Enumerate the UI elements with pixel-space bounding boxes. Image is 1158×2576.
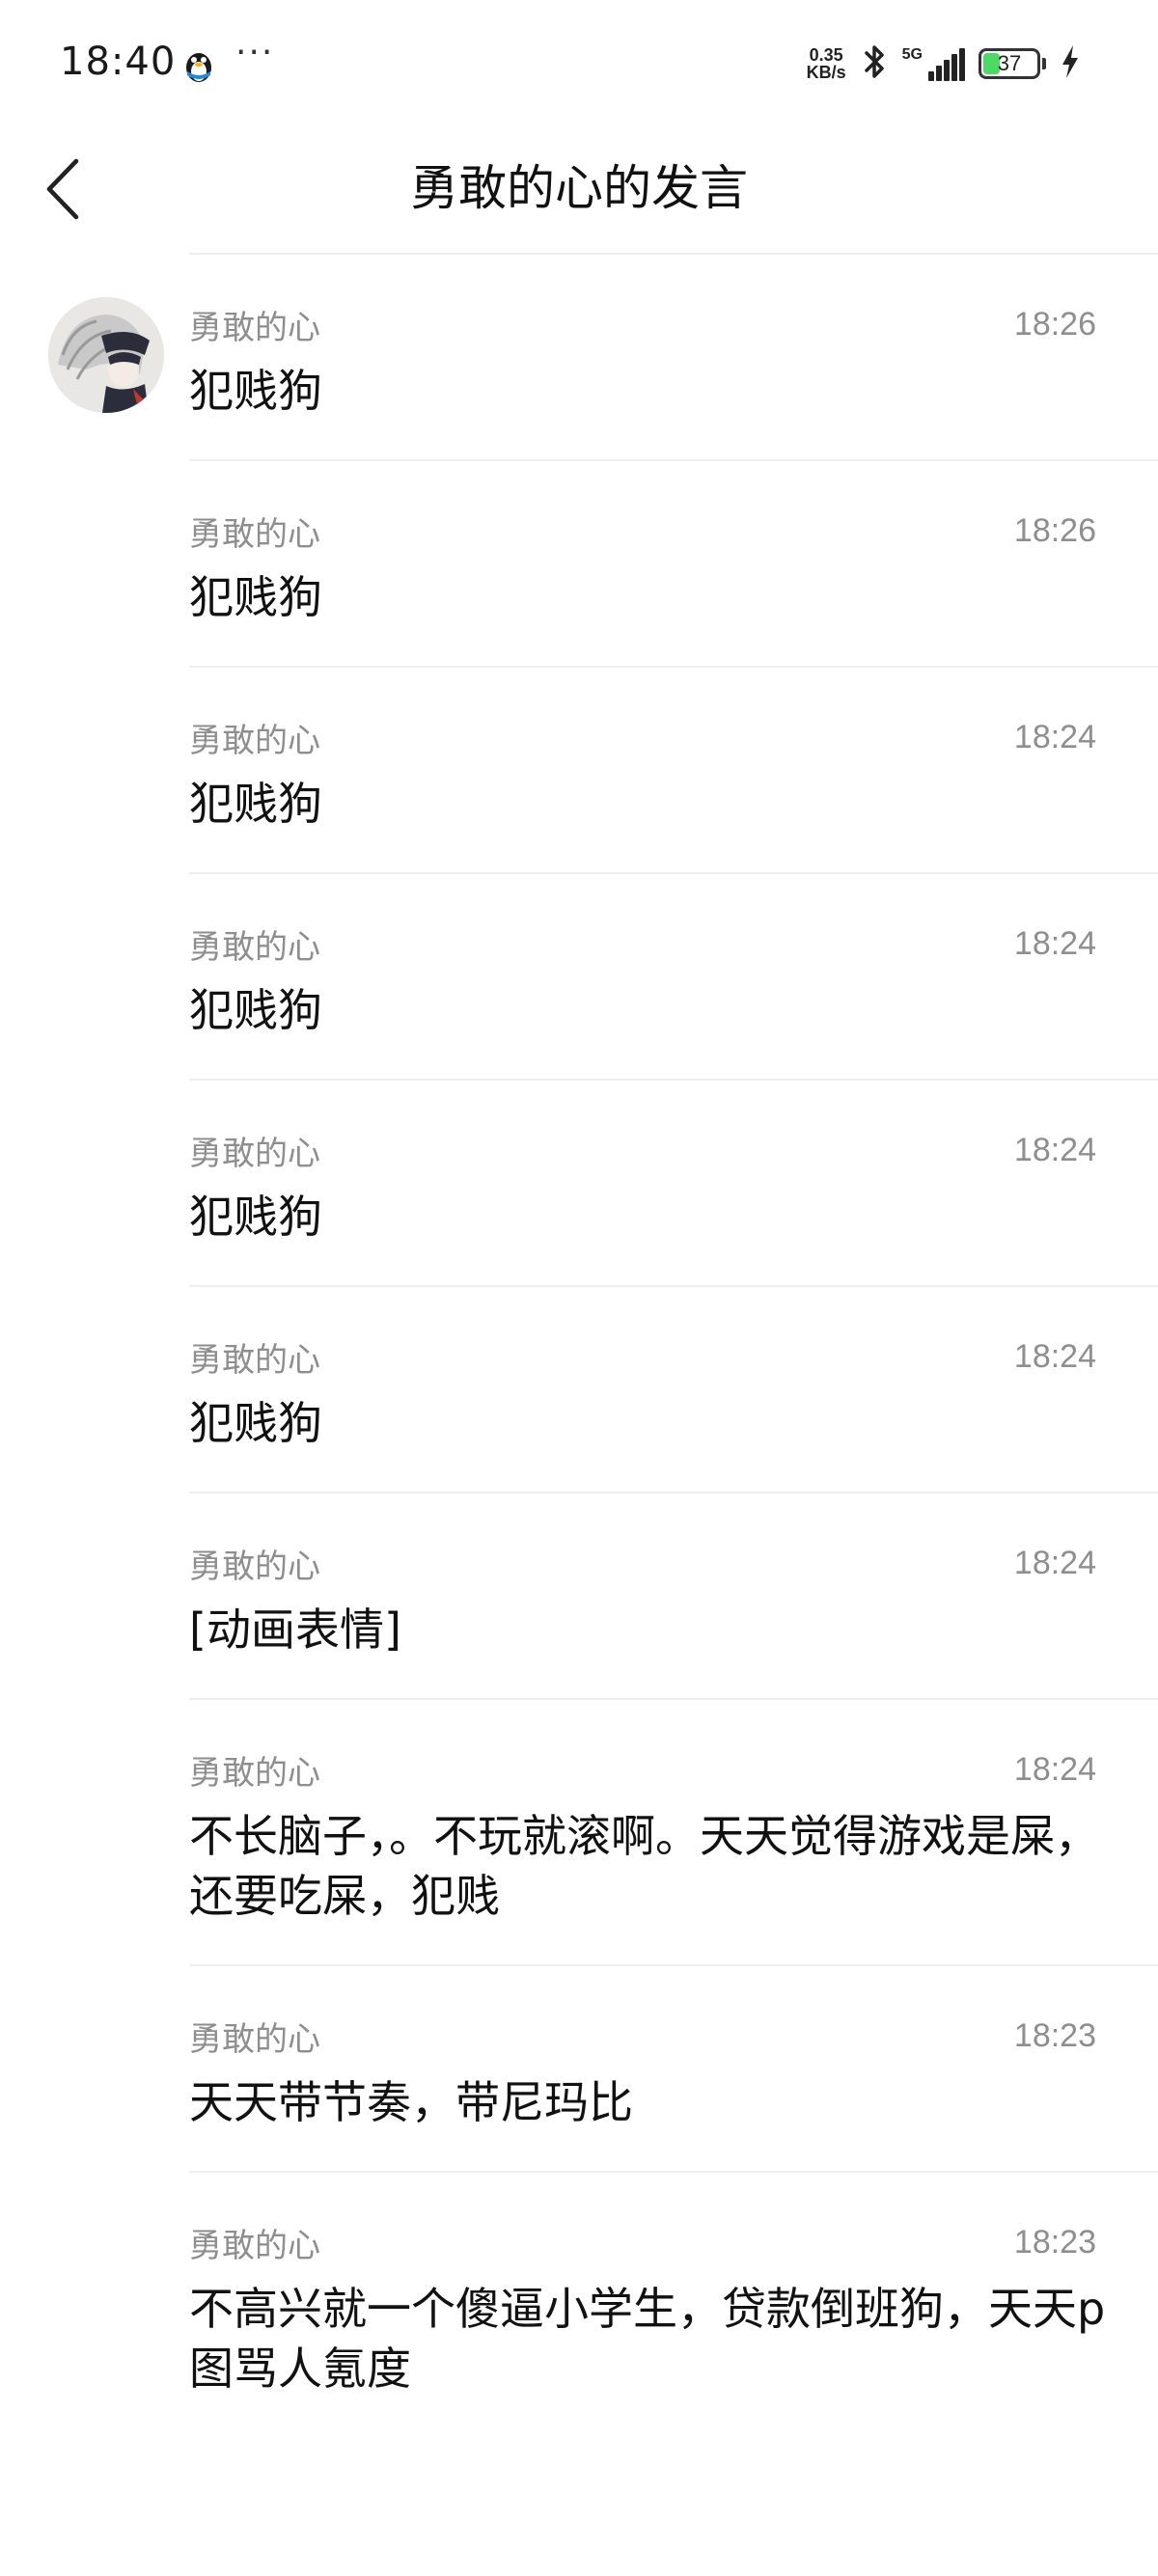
more-notifications-icon: ··· [235,33,275,72]
message-text: 不长脑子，。不玩就滚啊。天天觉得游戏是屎，还要吃屎，犯贱 [189,1810,1099,1922]
status-indicators: 0.35 KB/s 5G 37 [807,42,1081,85]
message-sender: 勇敢的心 [189,1547,320,1586]
message-sender: 勇敢的心 [189,927,320,967]
network-speed-value: 0.35 [809,45,843,65]
bluetooth-icon [860,42,889,85]
message-time: 18:26 [1013,511,1096,549]
message-time: 18:24 [1013,718,1096,755]
message-sender: 勇敢的心 [189,2226,320,2265]
cellular-signal-icon: 5G [902,46,965,81]
message-header: 勇敢的心 18:24 [189,1542,1158,1586]
list-item[interactable]: 勇敢的心 18:23 不高兴就一个傻逼小学生，贷款倒班狗，天天p图骂人氪度 [189,2171,1158,2437]
message-header: 勇敢的心 18:24 [189,1335,1158,1380]
message-sender: 勇敢的心 [189,2019,320,2059]
message-text: 天天带节奏，带尼玛比 [189,2076,633,2128]
message-header: 勇敢的心 18:26 [189,509,1158,554]
status-time: 18:40 [60,40,177,84]
message-sender: 勇敢的心 [189,308,320,347]
list-item[interactable]: 勇敢的心 18:26 犯贱狗 [48,253,1158,459]
message-text: 犯贱狗 [189,365,322,417]
message-time: 18:24 [1013,1750,1096,1788]
message-time: 18:23 [1013,2223,1096,2261]
list-item[interactable]: 勇敢的心 18:26 犯贱狗 [189,459,1158,666]
message-time: 18:24 [1013,1337,1096,1375]
qq-penguin-icon [181,46,216,85]
message-time: 18:26 [1013,305,1096,343]
message-text: 犯贱狗 [189,1191,322,1243]
message-header: 勇敢的心 18:24 [189,716,1158,760]
network-type: 5G [901,46,923,63]
network-speed: 0.35 KB/s [807,46,846,81]
message-time: 18:24 [1013,924,1096,962]
message-time: 18:24 [1013,1544,1096,1581]
message-header: 勇敢的心 18:24 [189,922,1158,967]
message-text: 犯贱狗 [189,1397,322,1449]
message-header: 勇敢的心 18:23 [189,2221,1158,2265]
list-item[interactable]: 勇敢的心 18:23 天天带节奏，带尼玛比 [189,1964,1158,2171]
top-app-bar: 勇敢的心的发言 [0,125,1158,251]
list-item[interactable]: 勇敢的心 18:24 犯贱狗 [189,1079,1158,1285]
message-sender: 勇敢的心 [189,721,320,760]
list-item[interactable]: 勇敢的心 18:24 犯贱狗 [189,666,1158,872]
message-list[interactable]: 勇敢的心 18:26 犯贱狗 勇敢的心 18:26 犯贱狗 勇敢的心 18:24 犯贱狗 勇敢的心… [0,253,1158,2437]
charging-icon [1060,43,1081,84]
battery-percent: 37 [997,51,1022,75]
message-text: 犯贱狗 [189,778,322,830]
list-item[interactable]: 勇敢的心 18:24 [动画表情] [189,1492,1158,1698]
network-speed-unit: KB/s [806,63,846,82]
message-header: 勇敢的心 18:24 [189,1129,1158,1173]
message-sender: 勇敢的心 [189,1134,320,1173]
message-text: 犯贱狗 [189,984,322,1036]
list-item[interactable]: 勇敢的心 18:24 犯贱狗 [189,1285,1158,1492]
message-text: 犯贱狗 [189,571,322,623]
message-time: 18:24 [1013,1131,1096,1168]
message-sender: 勇敢的心 [189,514,320,554]
message-header: 勇敢的心 18:23 [189,2014,1158,2059]
message-text: [动画表情] [189,1603,401,1656]
list-item[interactable]: 勇敢的心 18:24 不长脑子，。不玩就滚啊。天天觉得游戏是屎，还要吃屎，犯贱 [189,1698,1158,1964]
message-text: 不高兴就一个傻逼小学生，贷款倒班狗，天天p图骂人氪度 [189,2283,1106,2395]
message-sender: 勇敢的心 [189,1753,320,1793]
page-title: 勇敢的心的发言 [410,160,748,216]
avatar[interactable] [48,297,164,413]
list-item[interactable]: 勇敢的心 18:24 犯贱狗 [189,872,1158,1079]
message-header: 勇敢的心 18:26 [189,303,1158,347]
message-header: 勇敢的心 18:24 [189,1748,1158,1793]
message-time: 18:23 [1013,2016,1096,2054]
battery-icon: 37 [979,48,1040,79]
status-bar: 18:40 ··· 0.35 KB/s 5G 37 [0,0,1158,125]
battery-cap [1042,58,1046,69]
message-sender: 勇敢的心 [189,1340,320,1380]
